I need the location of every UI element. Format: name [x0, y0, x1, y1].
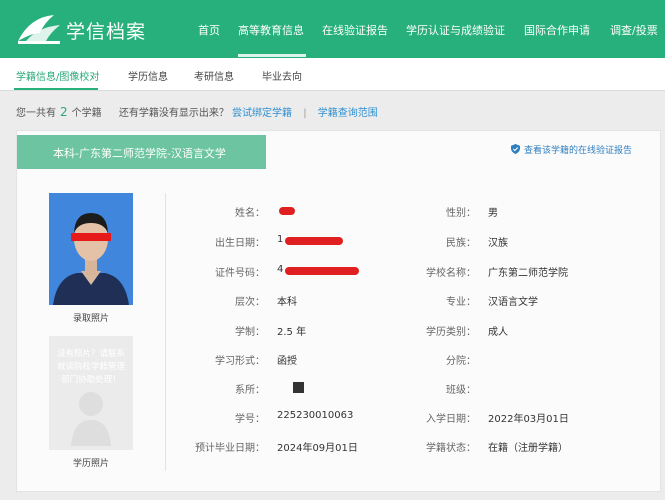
field-value-student-number: 225230010063	[277, 410, 354, 421]
redaction-box	[293, 382, 304, 393]
subtab-degree-info[interactable]: 学历信息	[128, 68, 168, 83]
degree-photo-caption: 学历照片	[72, 459, 109, 469]
book-logo-icon[interactable]	[16, 13, 62, 45]
redaction-mark	[279, 207, 295, 215]
field-label-status: 学籍状态：	[426, 443, 476, 454]
nav-higher-education[interactable]: 高等教育信息	[238, 22, 304, 38]
record-card: 本科-广东第二师范学院-汉语言文学 查看该学籍的在线验证报告 录取照片 没有照片…	[16, 130, 661, 492]
field-value-major: 汉语言文学	[488, 297, 538, 308]
active-subtab-indicator	[14, 88, 98, 90]
person-silhouette-icon	[71, 392, 111, 446]
field-label-enrollment-date: 入学日期：	[426, 414, 476, 425]
field-label-class: 班级：	[446, 385, 476, 396]
field-label-level: 层次：	[235, 297, 265, 308]
field-value-enrollment-date: 2022年03月01日	[488, 414, 569, 425]
field-label-gender: 性别：	[446, 208, 476, 219]
sub-navbar: 学籍信息/图像校对 学历信息 考研信息 毕业去向	[0, 58, 665, 91]
redaction-mark	[285, 237, 343, 245]
subtab-graduation-destination[interactable]: 毕业去向	[262, 68, 302, 83]
field-value-status: 在籍（注册学籍）	[488, 443, 568, 454]
subtab-postgrad-exam[interactable]: 考研信息	[194, 68, 234, 83]
active-nav-indicator	[238, 54, 306, 57]
field-label-student-number: 学号：	[235, 414, 265, 425]
admission-photo-caption: 录取照片	[72, 314, 109, 324]
field-label-expected-graduation: 预计毕业日期：	[195, 443, 265, 454]
field-value-duration: 2.5 年	[277, 327, 307, 338]
subtab-student-status[interactable]: 学籍信息/图像校对	[16, 68, 99, 83]
record-count: 2	[60, 105, 68, 119]
field-label-duration: 学制：	[235, 327, 265, 338]
field-label-education-category: 学历类别：	[426, 327, 476, 338]
nav-home[interactable]: 首页	[198, 22, 220, 38]
admission-photo	[49, 193, 133, 305]
field-label-id-number: 证件号码：	[215, 268, 265, 279]
nav-degree-certification[interactable]: 学历认证与成绩验证	[406, 22, 505, 38]
field-label-birthdate: 出生日期：	[215, 238, 265, 249]
nav-online-verification[interactable]: 在线验证报告	[322, 22, 388, 38]
divider-line	[165, 193, 166, 471]
verify-report-link[interactable]: 查看该学籍的在线验证报告	[511, 143, 632, 156]
no-photo-message: 没有照片？请联系就读院校学籍管理部门协助处理！	[56, 349, 125, 385]
summary-suffix: 个学籍	[71, 108, 102, 119]
field-value-birthdate: 1	[277, 234, 284, 245]
field-value-gender: 男	[488, 208, 498, 219]
field-label-department: 系所：	[235, 385, 265, 396]
top-navbar: 学信档案 首页 高等教育信息 在线验证报告 学历认证与成绩验证 国际合作申请 调…	[0, 0, 665, 58]
field-value-level: 本科	[277, 297, 297, 308]
field-label-school-name: 学校名称：	[426, 268, 476, 279]
brand-title[interactable]: 学信档案	[66, 17, 146, 44]
verify-report-label: 查看该学籍的在线验证报告	[524, 146, 633, 156]
field-value-study-mode: 函授	[277, 356, 297, 367]
redaction-mark	[285, 267, 359, 275]
field-value-school-name: 广东第二师范学院	[488, 268, 568, 279]
shield-icon	[511, 144, 520, 154]
field-label-branch: 分院：	[446, 356, 476, 367]
query-scope-link[interactable]: 学籍查询范围	[318, 108, 378, 119]
field-value-education-category: 成人	[488, 327, 508, 338]
field-value-ethnicity: 汉族	[488, 238, 508, 249]
degree-photo-placeholder: 没有照片？请联系就读院校学籍管理部门协助处理！	[49, 336, 133, 450]
field-label-major: 专业：	[446, 297, 476, 308]
record-summary: 您一共有 2 个学籍 还有学籍没有显示出来？ 尝试绑定学籍 | 学籍查询范围	[16, 104, 378, 119]
record-tab[interactable]: 本科-广东第二师范学院-汉语言文学	[17, 135, 266, 169]
summary-question: 还有学籍没有显示出来？	[118, 108, 229, 119]
field-label-study-mode: 学习形式：	[215, 356, 265, 367]
divider: |	[303, 108, 307, 119]
summary-prefix: 您一共有	[16, 108, 56, 119]
nav-survey[interactable]: 调查/投票	[610, 22, 658, 38]
field-label-name: 姓名：	[235, 208, 265, 219]
bind-record-link[interactable]: 尝试绑定学籍	[232, 108, 292, 119]
field-value-id-number: 4	[277, 264, 284, 275]
field-label-ethnicity: 民族：	[446, 238, 476, 249]
field-value-expected-graduation: 2024年09月01日	[277, 443, 358, 454]
nav-international[interactable]: 国际合作申请	[524, 22, 590, 38]
